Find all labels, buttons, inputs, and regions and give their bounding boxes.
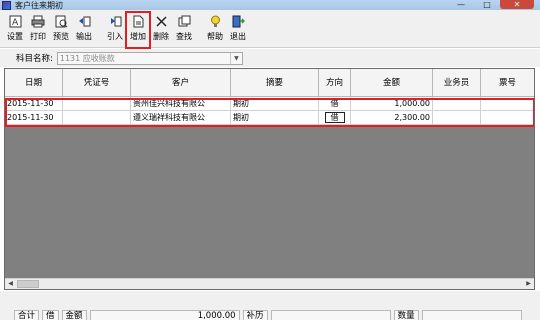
balance-label: 补历 [242, 310, 268, 320]
export-icon [77, 14, 91, 28]
scroll-thumb[interactable] [17, 280, 39, 288]
account-row: 科目名称: 1131 应收账款 ▼ [0, 49, 540, 67]
col-header-date[interactable]: 日期 [5, 69, 63, 97]
quantity-label: 数量 [393, 310, 419, 320]
window-title: 客户往来期初 [15, 0, 63, 10]
preview-button[interactable]: 预览 [50, 13, 72, 47]
cell-summary[interactable]: 期初 [231, 97, 319, 111]
export-button[interactable]: 输出 [73, 13, 95, 47]
account-select[interactable]: 1131 应收账款 ▼ [56, 51, 243, 65]
add-doc-icon [131, 14, 145, 28]
title-bar: 客户往来期初 — □ ✕ [0, 0, 540, 10]
col-header-customer[interactable]: 客户 [131, 69, 231, 97]
col-header-direction[interactable]: 方向 [319, 69, 351, 97]
minimize-button[interactable]: — [448, 0, 474, 9]
exit-button[interactable]: 退出 [227, 13, 249, 47]
cell-amount[interactable]: 1,000.00 [351, 97, 433, 111]
export-label: 输出 [76, 32, 92, 41]
exit-label: 退出 [230, 32, 246, 41]
cell-customer[interactable]: 遵义瑞祥科技有限公 [131, 111, 231, 125]
help-label: 帮助 [207, 32, 223, 41]
delete-button[interactable]: 删除 [150, 13, 172, 47]
preview-icon [54, 14, 68, 28]
import-icon [108, 14, 122, 28]
grid-body: 2015-11-30 贵州佳兴科技有限公 期初 借 1,000.00 2015-… [5, 97, 534, 125]
maximize-button[interactable]: □ [474, 0, 500, 9]
cell-direction[interactable]: 借 [319, 97, 351, 111]
table-row[interactable]: 2015-11-30 贵州佳兴科技有限公 期初 借 1,000.00 [5, 97, 534, 111]
delete-scissors-icon [154, 14, 168, 28]
data-grid: 日期 凭证号 客户 摘要 方向 金额 业务员 票号 2015-11-30 贵州佳… [4, 68, 535, 290]
add-button[interactable]: 增加 [125, 11, 151, 49]
horizontal-scrollbar[interactable]: ◀ ▶ [5, 278, 534, 289]
total-amount-value: 1,000.00 [89, 310, 240, 320]
find-label: 查找 [176, 32, 192, 41]
cell-amount[interactable]: 2,300.00 [351, 111, 433, 125]
table-row[interactable]: 2015-11-30 遵义瑞祥科技有限公 期初 借 2,300.00 [5, 111, 534, 125]
col-header-ticket[interactable]: 票号 [481, 69, 534, 97]
preview-label: 预览 [53, 32, 69, 41]
cell-date[interactable]: 2015-11-30 [5, 97, 63, 111]
total-direction: 借 [42, 310, 59, 320]
svg-text:A: A [12, 18, 19, 28]
grid-header: 日期 凭证号 客户 摘要 方向 金额 业务员 票号 [5, 69, 534, 97]
settings-button[interactable]: A 设置 [4, 13, 26, 47]
print-button[interactable]: 打印 [27, 13, 49, 47]
scroll-right-icon[interactable]: ▶ [523, 279, 534, 289]
import-label: 引入 [107, 32, 123, 41]
balance-value [270, 310, 391, 320]
col-header-voucher[interactable]: 凭证号 [63, 69, 131, 97]
col-header-salesperson[interactable]: 业务员 [433, 69, 481, 97]
direction-editor[interactable]: 借 [324, 112, 345, 123]
col-header-summary[interactable]: 摘要 [231, 69, 319, 97]
account-label: 科目名称: [16, 54, 53, 64]
toolbar-separator [196, 13, 204, 47]
find-button[interactable]: 查找 [173, 13, 195, 47]
cell-date[interactable]: 2015-11-30 [5, 111, 63, 125]
cell-salesperson[interactable] [433, 111, 481, 125]
add-label: 增加 [130, 32, 146, 41]
quantity-value [421, 310, 522, 320]
scroll-left-icon[interactable]: ◀ [5, 279, 16, 289]
account-value: 1131 应收账款 [59, 53, 115, 63]
cell-customer[interactable]: 贵州佳兴科技有限公 [131, 97, 231, 111]
close-button[interactable]: ✕ [500, 0, 534, 9]
totals-row: 合计 借 金额 1,000.00 补历 数量 [14, 310, 525, 320]
amount-label: 金额 [61, 310, 87, 320]
import-button[interactable]: 引入 [104, 13, 126, 47]
help-bulb-icon [208, 14, 222, 28]
cell-ticket[interactable] [481, 111, 534, 125]
cell-direction-active[interactable]: 借 [319, 111, 351, 125]
settings-label: 设置 [7, 32, 23, 41]
window-controls: — □ ✕ [448, 0, 534, 9]
cell-voucher[interactable] [63, 111, 131, 125]
col-header-amount[interactable]: 金额 [351, 69, 433, 97]
help-button[interactable]: 帮助 [204, 13, 226, 47]
print-label: 打印 [30, 32, 46, 41]
chevron-down-icon[interactable]: ▼ [229, 52, 242, 64]
printer-icon [31, 14, 45, 28]
toolbar-separator [96, 13, 104, 47]
cell-ticket[interactable] [481, 97, 534, 111]
toolbar: A 设置 打印 预览 输出 引入 增加 删除 查找 帮助 退出 [0, 10, 540, 49]
cell-voucher[interactable] [63, 97, 131, 111]
exit-door-icon [231, 14, 245, 28]
footer-bar: 合计 借 金额 1,000.00 补历 数量 [0, 291, 540, 320]
delete-label: 删除 [153, 32, 169, 41]
total-label: 合计 [14, 310, 40, 320]
settings-icon: A [8, 14, 22, 28]
find-icon [177, 14, 191, 28]
app-icon [2, 0, 11, 10]
cell-salesperson[interactable] [433, 97, 481, 111]
cell-summary[interactable]: 期初 [231, 111, 319, 125]
